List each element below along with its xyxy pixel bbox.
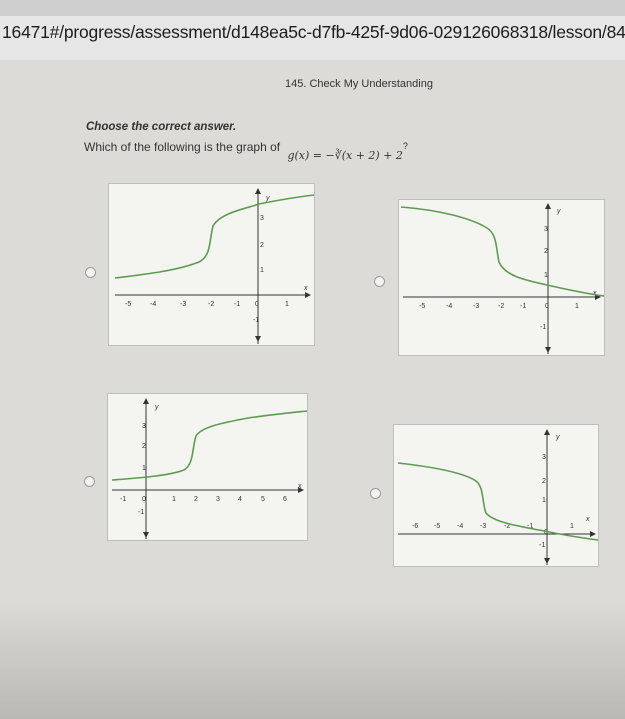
browser-address-bar: 16471#/progress/assessment/d148ea5c-d7fb… — [0, 0, 625, 61]
function-curve — [397, 462, 598, 541]
graph-option-a: y x -5 -4 -3 -2 -1 0 1 3 2 1 -1 — [108, 183, 315, 346]
x-tick: 4 — [238, 496, 242, 503]
x-tick: -1 — [234, 301, 240, 308]
x-tick: -1 — [520, 303, 526, 310]
x-tick: 0 — [142, 496, 146, 503]
y-tick: 1 — [542, 497, 546, 504]
y-tick: 3 — [544, 226, 548, 233]
y-axis-label: y — [555, 434, 560, 441]
x-axis-label: x — [303, 285, 308, 292]
x-tick: 0 — [544, 529, 548, 536]
question-mark: ? — [402, 141, 408, 151]
x-tick: -6 — [412, 523, 418, 530]
x-tick: 2 — [194, 496, 198, 503]
lesson-title: 145. Check My Understanding — [285, 78, 433, 90]
page-bottom — [0, 600, 625, 719]
x-tick: -3 — [480, 523, 486, 530]
y-tick: 2 — [260, 242, 264, 249]
x-tick: 0 — [545, 303, 549, 310]
y-tick: -1 — [540, 324, 546, 331]
y-tick: 2 — [544, 248, 548, 255]
question-prompt: Choose the correct answer. — [86, 121, 237, 133]
x-tick: -5 — [434, 523, 440, 530]
y-axis-arrow-down-icon — [545, 347, 551, 353]
radio-option-a[interactable] — [85, 267, 96, 278]
y-tick: 1 — [142, 465, 146, 472]
radio-option-b[interactable] — [374, 276, 385, 287]
y-tick: 2 — [142, 443, 146, 450]
y-axis-label: y — [154, 404, 159, 411]
y-axis-arrow-icon — [143, 398, 149, 404]
y-tick: -1 — [253, 317, 259, 324]
x-tick: 1 — [285, 301, 289, 308]
y-axis-arrow-icon — [255, 188, 261, 194]
graph-d-svg: y x -6 -5 -4 -3 -2 -1 0 1 3 2 1 -1 — [397, 429, 598, 565]
x-tick: -3 — [180, 301, 186, 308]
x-tick: 1 — [172, 496, 176, 503]
x-tick: 5 — [261, 496, 265, 503]
x-tick: -2 — [208, 301, 214, 308]
y-tick: 3 — [260, 215, 264, 222]
x-axis-label: x — [585, 516, 590, 523]
y-axis-arrow-icon — [544, 429, 550, 435]
question-stem: Which of the following is the graph of — [84, 140, 281, 154]
function-curve — [114, 194, 314, 279]
x-tick: -5 — [125, 301, 131, 308]
y-tick: -1 — [138, 509, 144, 516]
x-tick: 1 — [570, 523, 574, 530]
y-tick: 3 — [542, 454, 546, 461]
radio-option-c[interactable] — [84, 476, 95, 487]
x-tick: 1 — [575, 303, 579, 310]
y-axis-label: y — [556, 208, 561, 215]
url-text[interactable]: 16471#/progress/assessment/d148ea5c-d7fb… — [2, 22, 625, 43]
x-tick: 6 — [283, 496, 287, 503]
question-text: Which of the following is the graph of g… — [84, 140, 408, 162]
graph-b-svg: y x -5 -4 -3 -2 -1 0 1 3 2 1 -1 — [400, 203, 604, 354]
graph-option-c: y x -1 0 1 2 3 4 5 6 3 2 1 -1 — [107, 393, 308, 541]
graph-a-svg: y x -5 -4 -3 -2 -1 0 1 3 2 1 -1 — [114, 188, 314, 344]
function-curve — [400, 206, 604, 297]
x-tick: -4 — [457, 523, 463, 530]
y-tick: 3 — [142, 423, 146, 430]
graph-c-svg: y x -1 0 1 2 3 4 5 6 3 2 1 -1 — [111, 398, 307, 539]
x-tick: -1 — [120, 496, 126, 503]
radio-option-d[interactable] — [370, 488, 381, 499]
x-tick: 3 — [216, 496, 220, 503]
browser-tab-strip — [0, 0, 625, 16]
x-axis-arrow-icon — [590, 531, 596, 537]
y-axis-arrow-down-icon — [255, 336, 261, 342]
function-expression: g(x) = −∛(x + 2) + 2 — [287, 149, 403, 162]
x-axis-arrow-icon — [305, 292, 311, 298]
y-axis-arrow-down-icon — [143, 532, 149, 538]
y-tick: -1 — [539, 542, 545, 549]
y-tick: 2 — [542, 478, 546, 485]
y-axis-arrow-down-icon — [544, 558, 550, 564]
x-tick: 0 — [255, 301, 259, 308]
x-axis-label: x — [297, 483, 302, 490]
y-tick: 1 — [260, 267, 264, 274]
x-tick: -2 — [498, 303, 504, 310]
x-tick: -3 — [473, 303, 479, 310]
y-tick: 1 — [544, 272, 548, 279]
x-tick: -4 — [150, 301, 156, 308]
graph-option-d: y x -6 -5 -4 -3 -2 -1 0 1 3 2 1 -1 — [393, 424, 599, 567]
graph-option-b: y x -5 -4 -3 -2 -1 0 1 3 2 1 -1 — [398, 199, 605, 356]
x-tick: -4 — [446, 303, 452, 310]
x-tick: -5 — [419, 303, 425, 310]
y-axis-label: y — [265, 195, 270, 202]
y-axis-arrow-icon — [545, 203, 551, 209]
